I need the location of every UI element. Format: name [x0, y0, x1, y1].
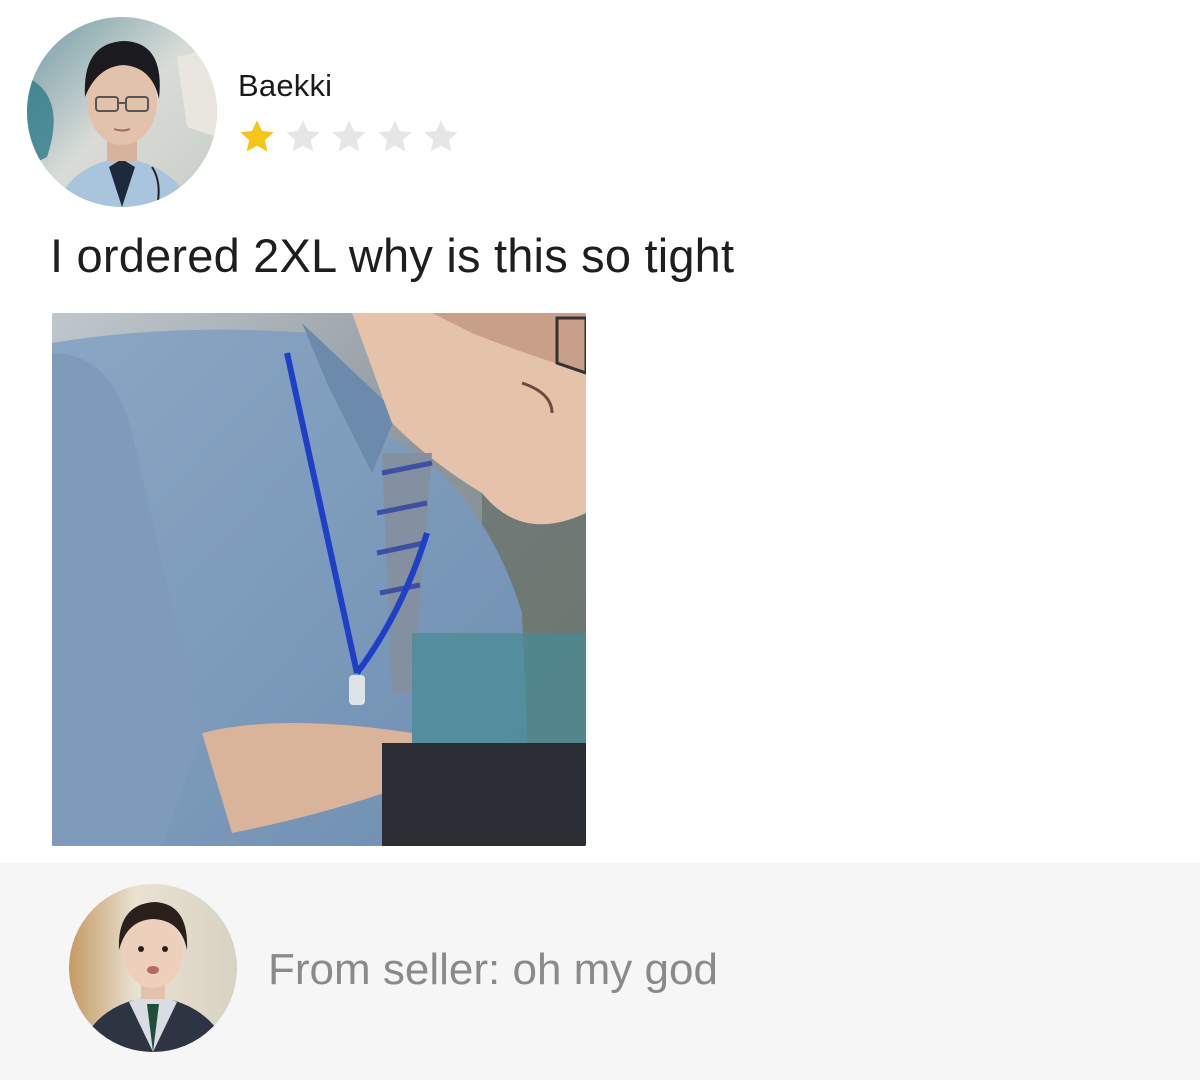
star-rating [236, 116, 462, 158]
seller-reply-text: From seller: oh my god [268, 945, 718, 994]
reviewer-avatar[interactable] [27, 17, 217, 207]
star-filled-icon [240, 120, 274, 152]
review-photo[interactable] [52, 313, 586, 846]
star-empty-icon [286, 120, 320, 152]
review-text: I ordered 2XL why is this so tight [50, 229, 735, 282]
star-empty-icon [332, 120, 366, 152]
review-card: Baekki I ordered 2XL why is this so tigh… [0, 0, 1200, 1080]
seller-avatar[interactable] [69, 884, 237, 1052]
seller-reply: From seller: oh my god [0, 863, 1200, 1080]
reviewer-name[interactable]: Baekki [238, 68, 332, 104]
star-empty-icon [424, 120, 458, 152]
star-empty-icon [378, 120, 412, 152]
